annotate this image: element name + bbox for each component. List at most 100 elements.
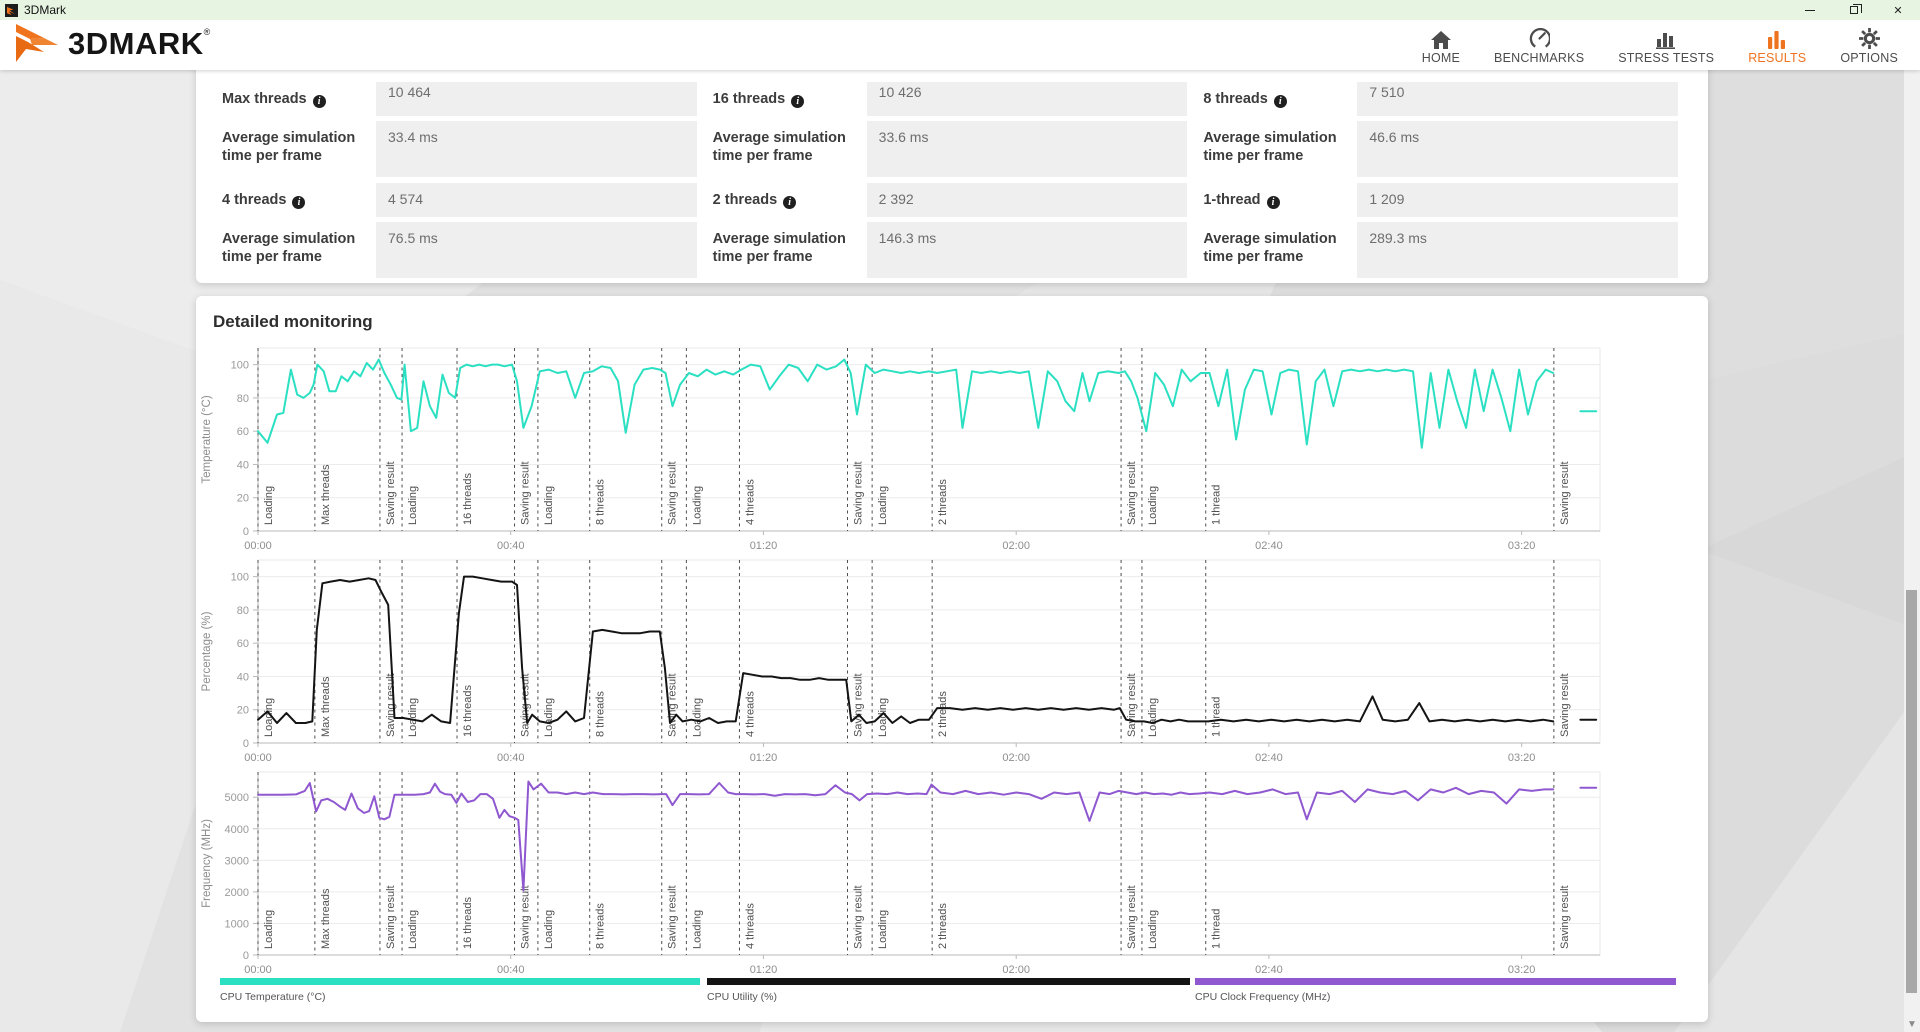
phase-label: 4 threads: [744, 479, 756, 525]
avg-time-value-box: 146.3 ms: [867, 222, 1188, 278]
phase-label: Loading: [691, 486, 703, 525]
svg-text:01:20: 01:20: [750, 964, 778, 976]
phase-label: Max threads: [320, 676, 332, 737]
close-button[interactable]: ✕: [1876, 0, 1920, 20]
detailed-monitoring-card: Detailed monitoring 02040608010000:0000:…: [196, 296, 1708, 1022]
legend-item-1[interactable]: CPU Utility (%): [707, 978, 1195, 1003]
phase-label: 8 threads: [595, 903, 607, 949]
svg-text:1000: 1000: [225, 918, 249, 930]
score-group-8-threads: 8 threadsi7 510Average simulationtime pe…: [1203, 82, 1678, 177]
score-value: 1 209: [1369, 191, 1404, 207]
phase-label: Saving result: [1559, 885, 1571, 949]
section-title: Detailed monitoring: [213, 312, 1708, 332]
window-titlebar: 3DMark ✕: [0, 0, 1920, 20]
nav-item-home[interactable]: HOME: [1422, 25, 1460, 65]
legend-item-2[interactable]: CPU Clock Frequency (MHz): [1195, 978, 1680, 1003]
svg-text:3000: 3000: [225, 855, 249, 867]
score-group-2-threads: 2 threadsi2 392Average simulationtime pe…: [713, 183, 1188, 278]
phase-label: 2 threads: [937, 903, 949, 949]
nav-item-options[interactable]: OPTIONS: [1840, 25, 1898, 65]
legend-label: CPU Utility (%): [707, 991, 1195, 1003]
legend-color-bar: [220, 978, 700, 985]
phase-label: Loading: [263, 910, 275, 949]
minimize-icon: [1805, 10, 1815, 11]
score-label: 2 threadsi: [713, 183, 867, 217]
vertical-scrollbar[interactable]: ▼: [1904, 70, 1920, 1032]
phase-label: Max threads: [320, 464, 332, 525]
info-icon[interactable]: i: [1274, 95, 1287, 108]
maximize-button[interactable]: [1832, 0, 1876, 20]
nav-item-stress-tests[interactable]: STRESS TESTS: [1618, 25, 1714, 65]
phase-label: Loading: [1147, 698, 1159, 737]
chart-legend: CPU Temperature (°C)CPU Utility (%)CPU C…: [196, 978, 1708, 1003]
phase-label: Saving result: [852, 461, 864, 525]
results-bars-icon: [1767, 28, 1787, 49]
nav-item-results[interactable]: RESULTS: [1748, 25, 1806, 65]
cpu-clock-frequency-chart: 01000200030004000500000:0000:4001:2002:0…: [196, 766, 1708, 978]
svg-text:0: 0: [243, 738, 249, 750]
legend-label: CPU Clock Frequency (MHz): [1195, 991, 1680, 1003]
phase-label: Saving result: [1559, 461, 1571, 525]
svg-text:100: 100: [231, 360, 249, 372]
legend-item-0[interactable]: CPU Temperature (°C): [220, 978, 707, 1003]
brand-logo: 3DMARK®: [14, 22, 210, 68]
phase-label: Max threads: [320, 888, 332, 949]
svg-text:00:00: 00:00: [244, 964, 272, 976]
score-label: 1-threadi: [1203, 183, 1357, 217]
main-nav: HOME BENCHMARKS STRESS TESTS RESULTS OPT…: [1422, 25, 1898, 65]
phase-label: Saving result: [667, 885, 679, 949]
gauge-icon: [1529, 28, 1550, 49]
score-value: 10 464: [388, 84, 697, 100]
bar-chart-icon: [1656, 28, 1676, 49]
svg-text:5000: 5000: [225, 792, 249, 804]
phase-label: 4 threads: [744, 691, 756, 737]
phase-label: Saving result: [385, 673, 397, 737]
score-group-1-thread: 1-threadi1 209Average simulationtime per…: [1203, 183, 1678, 278]
phase-label: Saving result: [1126, 885, 1138, 949]
phase-label: Saving result: [385, 885, 397, 949]
info-icon[interactable]: i: [1267, 196, 1280, 209]
nav-label: RESULTS: [1748, 51, 1806, 65]
avg-time-value: 76.5 ms: [388, 230, 438, 246]
scroll-down-arrow-icon[interactable]: ▼: [1904, 1019, 1920, 1030]
svg-text:0: 0: [243, 526, 249, 538]
logo-arrow-icon: [14, 22, 66, 68]
minimize-button[interactable]: [1788, 0, 1832, 20]
avg-time-value: 289.3 ms: [1369, 230, 1427, 246]
phase-label: 16 threads: [462, 897, 474, 949]
phase-label: 16 threads: [462, 473, 474, 525]
nav-item-benchmarks[interactable]: BENCHMARKS: [1494, 25, 1584, 65]
phase-label: 2 threads: [937, 691, 949, 737]
svg-text:60: 60: [237, 426, 249, 438]
svg-text:03:20: 03:20: [1508, 964, 1536, 976]
restore-icon: [1850, 6, 1858, 14]
score-value-box: 4 574: [376, 183, 697, 217]
svg-text:40: 40: [237, 459, 249, 471]
svg-text:20: 20: [237, 493, 249, 505]
phase-label: Loading: [877, 910, 889, 949]
window-title: 3DMark: [24, 3, 66, 17]
phase-label: Saving result: [1126, 461, 1138, 525]
phase-label: Loading: [1147, 910, 1159, 949]
svg-text:02:00: 02:00: [1002, 964, 1030, 976]
svg-text:Percentage (%): Percentage (%): [201, 611, 213, 691]
phase-label: Loading: [543, 910, 555, 949]
legend-label: CPU Temperature (°C): [220, 991, 707, 1003]
phase-label: Loading: [543, 698, 555, 737]
phase-label: Saving result: [852, 673, 864, 737]
phase-label: 16 threads: [462, 685, 474, 737]
avg-time-value: 33.6 ms: [879, 129, 929, 145]
svg-text:40: 40: [237, 671, 249, 683]
phase-label: 1 thread: [1211, 909, 1223, 949]
info-icon[interactable]: i: [313, 95, 326, 108]
phase-label: Loading: [407, 698, 419, 737]
info-icon[interactable]: i: [791, 95, 804, 108]
scrollbar-thumb[interactable]: [1906, 590, 1917, 993]
info-icon[interactable]: i: [292, 196, 305, 209]
phase-label: Loading: [691, 910, 703, 949]
phase-label: Loading: [407, 910, 419, 949]
avg-time-value-box: 33.6 ms: [867, 121, 1188, 177]
brand-text: 3DMARK: [68, 22, 204, 66]
info-icon[interactable]: i: [783, 196, 796, 209]
score-value-box: 2 392: [867, 183, 1188, 217]
